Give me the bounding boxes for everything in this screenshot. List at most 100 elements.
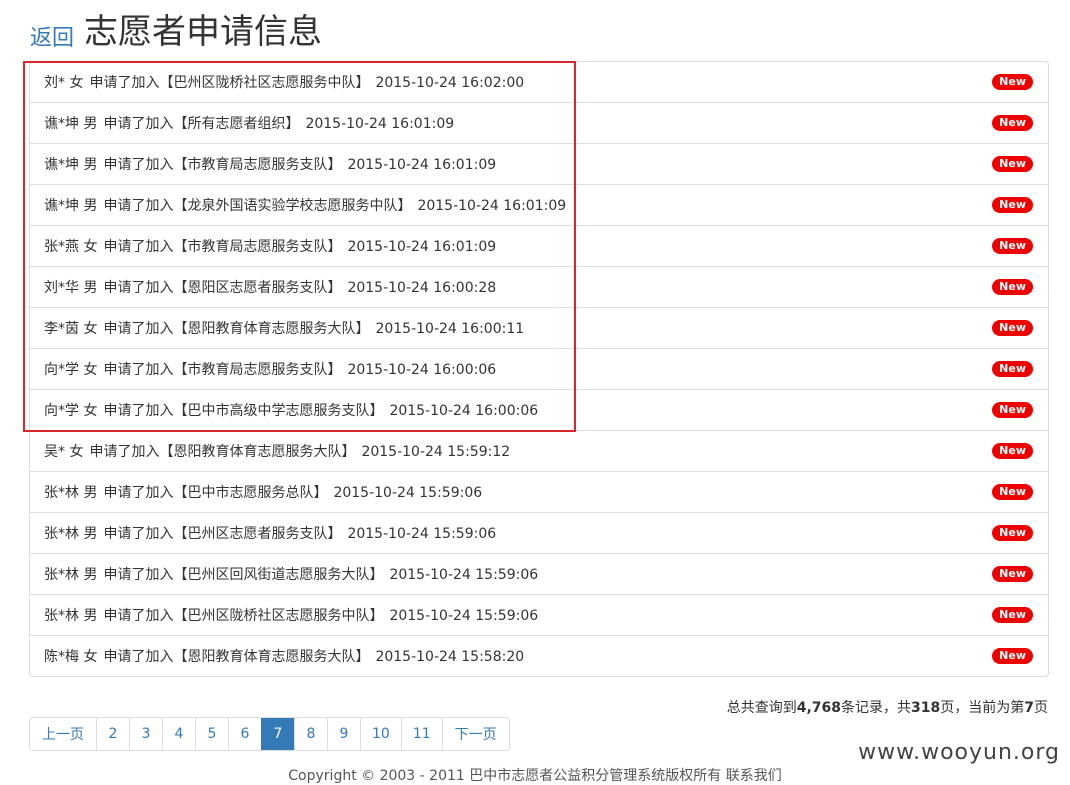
list-item: 刘* 女申请了加入【巴州区陇桥社区志愿服务中队】 2015-10-24 16:02…	[30, 62, 1048, 102]
applicant-name: 向*学 女	[44, 403, 98, 419]
record-summary: 总共查询到4,768条记录，共318页，当前为第7页	[727, 697, 1048, 717]
new-badge: New	[992, 156, 1033, 172]
summary-current: 7	[1024, 700, 1034, 716]
application-time: 2015-10-24 15:59:06	[389, 567, 539, 583]
list-item: 陈*梅 女申请了加入【恩阳教育体育志愿服务大队】 2015-10-24 15:58…	[30, 635, 1048, 676]
application-action: 申请了加入【恩阳教育体育志愿服务大队】	[89, 444, 356, 460]
application-action: 申请了加入【龙泉外国语实验学校志愿服务中队】	[103, 198, 412, 214]
list-item: 刘*华 男申请了加入【恩阳区志愿者服务支队】 2015-10-24 16:00:2…	[30, 266, 1048, 307]
item-text: 张*林 男申请了加入【巴中市志愿服务总队】 2015-10-24 15:59:06	[44, 482, 488, 502]
applicant-name: 李*茵 女	[44, 321, 98, 337]
page-title: 志愿者申请信息	[84, 12, 323, 52]
page-11-button[interactable]: 11	[400, 718, 442, 750]
application-action: 申请了加入【恩阳教育体育志愿服务大队】	[103, 649, 370, 665]
new-badge: New	[992, 238, 1033, 254]
new-badge: New	[992, 566, 1033, 582]
application-time: 2015-10-24 16:02:00	[375, 75, 525, 91]
item-text: 李*茵 女申请了加入【恩阳教育体育志愿服务大队】 2015-10-24 16:00…	[44, 318, 530, 338]
new-badge: New	[992, 115, 1033, 131]
watermark: www.wooyun.org	[858, 740, 1060, 765]
new-badge: New	[992, 484, 1033, 500]
applicant-name: 张*林 男	[44, 485, 98, 501]
pagination: 上一页 2 3 4 5 6 7 8 9 10 11 下一页	[29, 717, 510, 751]
summary-mid1: 条记录，共	[841, 700, 912, 716]
page-2-button[interactable]: 2	[96, 718, 129, 750]
application-action: 申请了加入【巴州区回风街道志愿服务大队】	[103, 567, 384, 583]
summary-mid2: 页，当前为第	[940, 700, 1025, 716]
applicant-name: 刘* 女	[44, 75, 84, 91]
application-time: 2015-10-24 15:59:06	[389, 608, 539, 624]
summary-records: 4,768	[796, 700, 842, 716]
application-action: 申请了加入【恩阳教育体育志愿服务大队】	[103, 321, 370, 337]
page-9-button[interactable]: 9	[327, 718, 360, 750]
item-text: 向*学 女申请了加入【巴中市高级中学志愿服务支队】 2015-10-24 16:0…	[44, 400, 544, 420]
page-7-button[interactable]: 7	[261, 718, 294, 750]
summary-prefix: 总共查询到	[726, 700, 797, 716]
item-text: 谯*坤 男申请了加入【市教育局志愿服务支队】 2015-10-24 16:01:0…	[44, 154, 502, 174]
application-action: 申请了加入【巴州区志愿者服务支队】	[103, 526, 342, 542]
new-badge: New	[992, 525, 1033, 541]
item-text: 谯*坤 男申请了加入【龙泉外国语实验学校志愿服务中队】 2015-10-24 16…	[44, 195, 572, 215]
applicant-name: 张*燕 女	[44, 239, 98, 255]
list-item: 张*林 男申请了加入【巴州区回风街道志愿服务大队】 2015-10-24 15:5…	[30, 553, 1048, 594]
next-page-button[interactable]: 下一页	[441, 718, 509, 750]
list-item: 向*学 女申请了加入【巴中市高级中学志愿服务支队】 2015-10-24 16:0…	[30, 389, 1048, 430]
applicant-name: 张*林 男	[44, 608, 98, 624]
application-time: 2015-10-24 15:59:12	[361, 444, 511, 460]
application-time: 2015-10-24 16:00:06	[347, 362, 497, 378]
page-8-button[interactable]: 8	[294, 718, 327, 750]
application-time: 2015-10-24 16:00:06	[389, 403, 539, 419]
applicant-name: 谯*坤 男	[44, 157, 98, 173]
application-time: 2015-10-24 15:59:06	[333, 485, 483, 501]
applicant-name: 谯*坤 男	[44, 116, 98, 132]
application-action: 申请了加入【市教育局志愿服务支队】	[103, 239, 342, 255]
new-badge: New	[992, 279, 1033, 295]
page-10-button[interactable]: 10	[360, 718, 401, 750]
applicant-name: 吴* 女	[44, 444, 84, 460]
page-5-button[interactable]: 5	[195, 718, 228, 750]
list-item: 张*林 男申请了加入【巴州区志愿者服务支队】 2015-10-24 15:59:0…	[30, 512, 1048, 553]
application-list: 刘* 女申请了加入【巴州区陇桥社区志愿服务中队】 2015-10-24 16:02…	[29, 61, 1049, 677]
application-action: 申请了加入【恩阳区志愿者服务支队】	[103, 280, 342, 296]
prev-page-button[interactable]: 上一页	[30, 718, 96, 750]
item-text: 张*林 男申请了加入【巴州区志愿者服务支队】 2015-10-24 15:59:0…	[44, 523, 502, 543]
new-badge: New	[992, 443, 1033, 459]
page-3-button[interactable]: 3	[129, 718, 162, 750]
page-6-button[interactable]: 6	[228, 718, 261, 750]
application-time: 2015-10-24 16:01:09	[347, 157, 497, 173]
application-time: 2015-10-24 15:58:20	[375, 649, 525, 665]
new-badge: New	[992, 402, 1033, 418]
applicant-name: 张*林 男	[44, 526, 98, 542]
footer-copyright: Copyright © 2003 - 2011 巴中市志愿者公益积分管理系统版权…	[288, 768, 782, 784]
application-action: 申请了加入【巴中市高级中学志愿服务支队】	[103, 403, 384, 419]
new-badge: New	[992, 361, 1033, 377]
application-action: 申请了加入【巴州区陇桥社区志愿服务中队】	[89, 75, 370, 91]
list-item: 张*林 男申请了加入【巴州区陇桥社区志愿服务中队】 2015-10-24 15:5…	[30, 594, 1048, 635]
application-time: 2015-10-24 16:00:28	[347, 280, 497, 296]
list-item: 张*燕 女申请了加入【市教育局志愿服务支队】 2015-10-24 16:01:0…	[30, 225, 1048, 266]
applicant-name: 刘*华 男	[44, 280, 98, 296]
list-item: 谯*坤 男申请了加入【所有志愿者组织】 2015-10-24 16:01:09 Ne…	[30, 102, 1048, 143]
summary-pages: 318	[911, 700, 941, 716]
page-4-button[interactable]: 4	[162, 718, 195, 750]
item-text: 刘*华 男申请了加入【恩阳区志愿者服务支队】 2015-10-24 16:00:2…	[44, 277, 502, 297]
application-action: 申请了加入【市教育局志愿服务支队】	[103, 362, 342, 378]
new-badge: New	[992, 607, 1033, 623]
list-item: 吴* 女申请了加入【恩阳教育体育志愿服务大队】 2015-10-24 15:59:…	[30, 430, 1048, 471]
application-action: 申请了加入【市教育局志愿服务支队】	[103, 157, 342, 173]
item-text: 张*林 男申请了加入【巴州区回风街道志愿服务大队】 2015-10-24 15:5…	[44, 564, 544, 584]
applicant-name: 向*学 女	[44, 362, 98, 378]
item-text: 刘* 女申请了加入【巴州区陇桥社区志愿服务中队】 2015-10-24 16:02…	[44, 72, 530, 92]
list-item: 谯*坤 男申请了加入【龙泉外国语实验学校志愿服务中队】 2015-10-24 16…	[30, 184, 1048, 225]
applicant-name: 张*林 男	[44, 567, 98, 583]
application-action: 申请了加入【所有志愿者组织】	[103, 116, 300, 132]
back-link[interactable]: 返回	[30, 24, 74, 54]
list-item: 李*茵 女申请了加入【恩阳教育体育志愿服务大队】 2015-10-24 16:00…	[30, 307, 1048, 348]
new-badge: New	[992, 197, 1033, 213]
page-header: 返回 志愿者申请信息	[30, 10, 322, 54]
applicant-name: 陈*梅 女	[44, 649, 98, 665]
item-text: 谯*坤 男申请了加入【所有志愿者组织】 2015-10-24 16:01:09	[44, 113, 460, 133]
application-action: 申请了加入【巴中市志愿服务总队】	[103, 485, 328, 501]
application-time: 2015-10-24 16:00:11	[375, 321, 525, 337]
item-text: 陈*梅 女申请了加入【恩阳教育体育志愿服务大队】 2015-10-24 15:58…	[44, 646, 530, 666]
